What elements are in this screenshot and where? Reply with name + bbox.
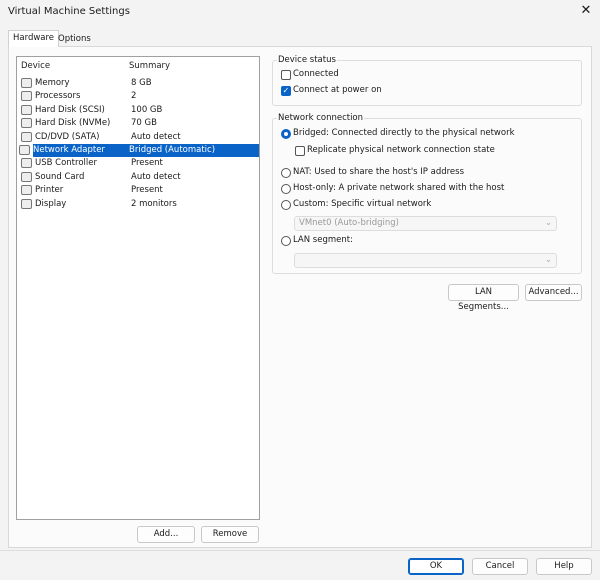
help-button[interactable]: Help <box>536 558 592 575</box>
device-row[interactable]: Display 2 monitors <box>19 198 259 211</box>
device-summary: Auto detect <box>131 171 181 182</box>
device-name: Hard Disk (SCSI) <box>35 104 105 115</box>
device-row[interactable]: Sound Card Auto detect <box>19 171 259 184</box>
printer-icon <box>21 185 32 196</box>
device-row[interactable]: Network Adapter Bridged (Automatic) <box>19 144 259 157</box>
window-title: Virtual Machine Settings <box>8 6 130 17</box>
memory-icon <box>21 78 32 88</box>
custom-radio[interactable] <box>281 200 291 210</box>
device-row[interactable]: Hard Disk (NVMe) 70 GB <box>19 117 259 130</box>
custom-network-value: VMnet0 (Auto-bridging) <box>299 218 399 228</box>
device-summary: 70 GB <box>131 118 157 129</box>
device-row[interactable]: Hard Disk (SCSI) 100 GB <box>19 104 259 117</box>
lan-segments-button[interactable]: LAN Segments... <box>448 284 519 312</box>
bridged-label[interactable]: Bridged: Connected directly to the physi… <box>293 128 515 138</box>
device-row[interactable]: Printer Present <box>19 184 259 197</box>
tab-hardware[interactable]: Hardware <box>8 30 60 47</box>
column-header-device[interactable]: Device <box>21 61 50 71</box>
bridged-radio[interactable] <box>281 129 291 139</box>
device-name: Printer <box>35 185 64 196</box>
device-summary: 2 monitors <box>131 198 177 209</box>
device-name: USB Controller <box>35 158 97 169</box>
network-connection-title: Network connection <box>277 113 365 123</box>
host-only-radio[interactable] <box>281 184 291 194</box>
device-list[interactable]: Device Summary Memory 8 GB Processors 2 Hard… <box>16 56 260 520</box>
device-name: Sound Card <box>35 171 85 182</box>
close-icon[interactable]: ✕ <box>578 3 594 19</box>
device-summary: 100 GB <box>131 104 163 115</box>
connect-at-power-on-label[interactable]: Connect at power on <box>293 85 382 95</box>
processor-icon <box>21 91 32 102</box>
chevron-down-icon: ⌄ <box>544 218 552 228</box>
connected-label[interactable]: Connected <box>293 69 339 79</box>
remove-button[interactable]: Remove <box>201 526 259 543</box>
ok-button[interactable]: OK <box>408 558 464 575</box>
device-summary: 2 <box>131 91 137 102</box>
device-row[interactable]: USB Controller Present <box>19 157 259 170</box>
connect-at-power-on-checkbox[interactable]: ✓ <box>281 86 291 96</box>
host-only-label[interactable]: Host-only: A private network shared with… <box>293 183 504 193</box>
replicate-checkbox[interactable] <box>295 146 305 156</box>
device-name: Network Adapter <box>33 145 105 155</box>
network-adapter-icon <box>19 145 30 155</box>
device-summary: Auto detect <box>131 131 181 142</box>
device-row[interactable]: Processors 2 <box>19 90 259 103</box>
device-name: Display <box>35 198 67 209</box>
device-status-title: Device status <box>277 55 337 65</box>
device-name: CD/DVD (SATA) <box>35 131 100 142</box>
device-summary: Present <box>131 158 163 169</box>
add-button[interactable]: Add... <box>137 526 195 543</box>
network-connection-group: Network connection <box>272 113 582 274</box>
device-row[interactable]: CD/DVD (SATA) Auto detect <box>19 131 259 144</box>
sound-icon <box>21 171 32 182</box>
lan-segment-label[interactable]: LAN segment: <box>293 235 353 245</box>
footer-divider <box>0 550 600 551</box>
device-summary: Present <box>131 185 163 196</box>
device-status-group: Device status <box>272 55 582 106</box>
tab-options[interactable]: Options <box>54 32 95 48</box>
display-icon <box>21 198 32 209</box>
lan-segment-select[interactable]: ⌄ <box>294 253 557 268</box>
cd-dvd-icon <box>21 131 32 142</box>
device-summary: 8 GB <box>131 78 152 88</box>
column-header-summary[interactable]: Summary <box>129 61 170 71</box>
device-name: Memory <box>35 78 70 88</box>
nat-radio[interactable] <box>281 168 291 178</box>
lan-segment-radio[interactable] <box>281 236 291 246</box>
replicate-label[interactable]: Replicate physical network connection st… <box>307 145 495 155</box>
custom-label[interactable]: Custom: Specific virtual network <box>293 199 431 209</box>
nat-label[interactable]: NAT: Used to share the host's IP address <box>293 167 464 177</box>
custom-network-select[interactable]: VMnet0 (Auto-bridging) ⌄ <box>294 216 557 231</box>
device-name: Hard Disk (NVMe) <box>35 118 111 129</box>
cancel-button[interactable]: Cancel <box>472 558 528 575</box>
advanced-button[interactable]: Advanced... <box>525 284 582 301</box>
hard-disk-icon <box>21 118 32 129</box>
connected-checkbox[interactable] <box>281 70 291 80</box>
usb-icon <box>21 158 32 169</box>
hard-disk-icon <box>21 104 32 115</box>
device-row[interactable]: Memory 8 GB <box>19 77 259 90</box>
device-summary: Bridged (Automatic) <box>129 145 216 155</box>
device-name: Processors <box>35 91 81 102</box>
chevron-down-icon: ⌄ <box>544 255 552 265</box>
